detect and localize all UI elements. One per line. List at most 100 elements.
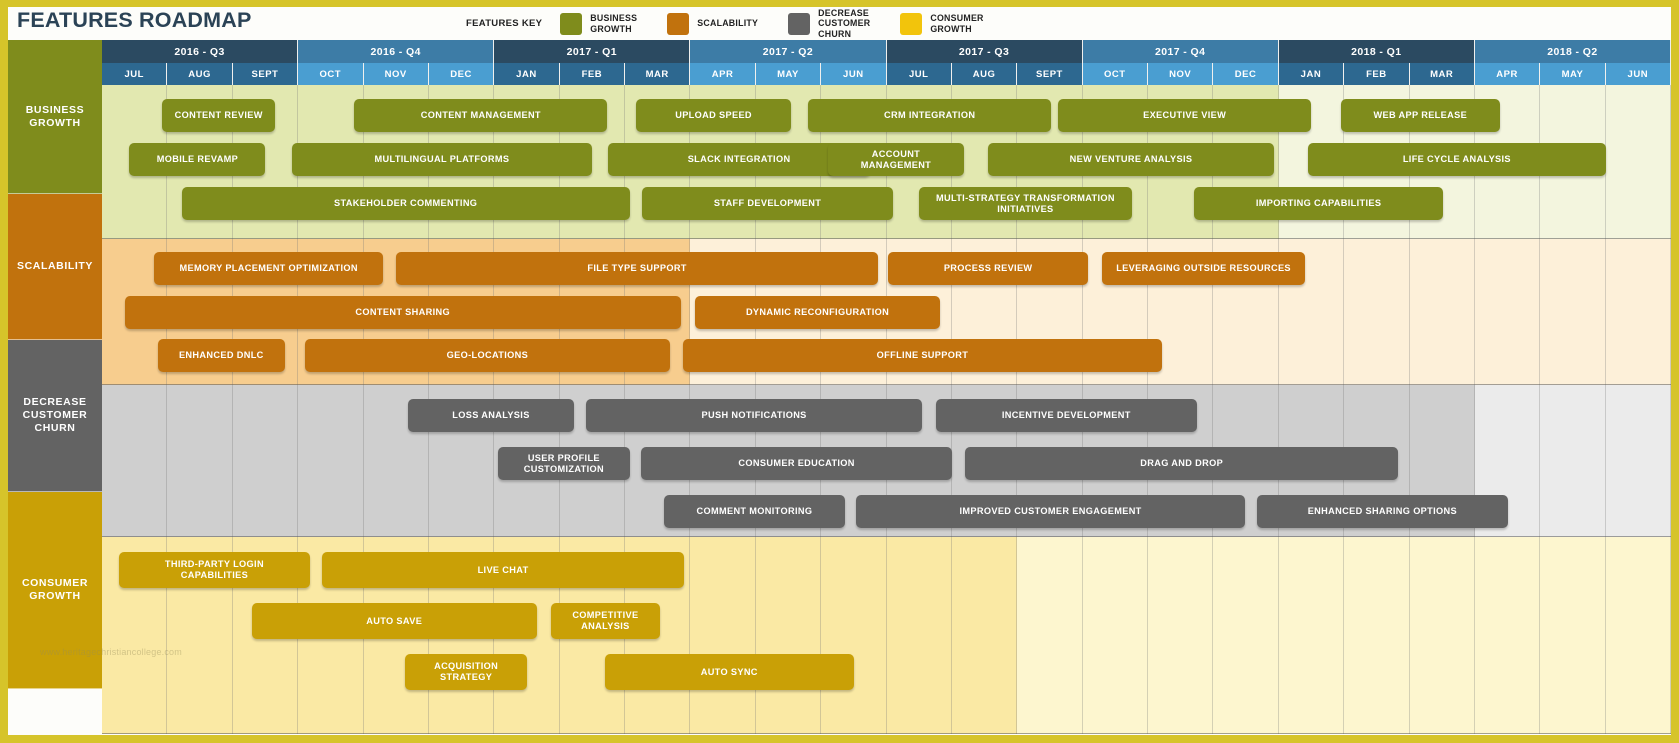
task-bar[interactable]: PROCESS REVIEW [888, 252, 1088, 285]
lane-label-consumer-growth[interactable]: CONSUMER GROWTH [8, 492, 102, 689]
task-bar[interactable]: CRM INTEGRATION [808, 99, 1052, 132]
gridline [952, 537, 1018, 734]
gridline [1017, 537, 1083, 734]
page-title: FEATURES ROADMAP [17, 8, 252, 32]
swimlane-consumer-growth: THIRD-PARTY LOGIN CAPABILITIES LIVE CHAT A… [102, 537, 1671, 734]
month-header-cell[interactable]: SEPT [232, 63, 299, 85]
task-bar[interactable]: PUSH NOTIFICATIONS [585, 399, 923, 432]
month-header-cell[interactable]: DEC [1213, 63, 1279, 85]
lane-label-scalability[interactable]: SCALABILITY [8, 194, 102, 340]
task-bar[interactable]: GEO-LOCATIONS [304, 339, 671, 372]
task-bar[interactable]: USER PROFILE CUSTOMIZATION [498, 447, 630, 480]
legend-swatch-icon [788, 12, 811, 35]
task-bar[interactable]: DRAG AND DROP [964, 447, 1399, 480]
swimlane-scalability: MEMORY PLACEMENT OPTIMIZATION FILE TYPE S… [102, 239, 1671, 385]
month-header-cell[interactable]: NOV [363, 63, 429, 85]
gridline [1606, 537, 1671, 734]
month-header-cell[interactable]: JAN [1278, 63, 1345, 85]
month-header-cell[interactable]: NOV [1148, 63, 1214, 85]
gridline [233, 385, 299, 537]
task-bar[interactable]: ACQUISITION STRATEGY [405, 654, 527, 690]
month-header-cell[interactable]: JUL [102, 63, 168, 85]
task-bar[interactable]: NEW VENTURE ANALYSIS [987, 143, 1275, 176]
task-bar[interactable]: UPLOAD SPEED [636, 99, 792, 132]
legend-label: SCALABILITY [697, 18, 759, 29]
task-bar[interactable]: INCENTIVE DEVELOPMENT [935, 399, 1198, 432]
task-bar[interactable]: MULTI-STRATEGY TRANSFORMATION INITIATIVE… [919, 187, 1132, 220]
task-bar[interactable]: LIFE CYCLE ANALYSIS [1308, 143, 1606, 176]
month-header-cell[interactable]: APR [1474, 63, 1541, 85]
task-bar[interactable]: LEVERAGING OUTSIDE RESOURCES [1102, 252, 1305, 285]
month-header-cell[interactable]: FEB [559, 63, 625, 85]
task-bar[interactable]: AUTO SYNC [604, 654, 854, 690]
task-bar[interactable]: OFFLINE SUPPORT [682, 339, 1163, 372]
month-header-cell[interactable]: AUG [167, 63, 233, 85]
lane-label-decrease-customer-churn[interactable]: DECREASE CUSTOMER CHURN [8, 340, 102, 492]
gridline [1606, 239, 1671, 385]
lane-label-business-growth[interactable]: BUSINESS GROWTH [8, 40, 102, 194]
month-header-cell[interactable]: FEB [1344, 63, 1410, 85]
task-bar[interactable]: STAFF DEVELOPMENT [641, 187, 894, 220]
month-header-cell[interactable]: MAY [755, 63, 822, 85]
task-bar[interactable]: ACCOUNT MANAGEMENT [828, 143, 964, 176]
legend-item-1: SCALABILITY [667, 12, 759, 35]
gridline [1344, 537, 1410, 734]
month-header-cell[interactable]: JUL [886, 63, 952, 85]
month-header-cell[interactable]: MAY [1540, 63, 1606, 85]
swimlane-business-growth: CONTENT REVIEW CONTENT MANAGEMENT UPLOAD S… [102, 85, 1671, 239]
task-bar[interactable]: MEMORY PLACEMENT OPTIMIZATION [154, 252, 384, 285]
month-header-cell[interactable]: AUG [951, 63, 1018, 85]
legend-item-0: BUSINESS GROWTH [560, 12, 637, 35]
month-header-cell[interactable]: JAN [494, 63, 560, 85]
gridline [1410, 537, 1475, 734]
month-header-cell[interactable]: JUN [1605, 63, 1671, 85]
gridline [1148, 537, 1214, 734]
roadmap-grid: 2016 - Q3 2016 - Q4 2017 - Q1 2017 - Q2 2017… [102, 40, 1671, 734]
lane-label-column: BUSINESS GROWTH SCALABILITY DECREASE CUSTO… [8, 40, 102, 701]
gridline [1475, 537, 1541, 734]
task-bar[interactable]: DYNAMIC RECONFIGURATION [694, 296, 941, 329]
month-header-cell[interactable]: SEPT [1017, 63, 1083, 85]
task-bar[interactable]: ENHANCED SHARING OPTIONS [1257, 495, 1508, 528]
task-bar[interactable]: MULTILINGUAL PLATFORMS [291, 143, 593, 176]
task-bar[interactable]: CONTENT SHARING [124, 296, 681, 329]
gridline [756, 537, 822, 734]
gridline [1410, 239, 1475, 385]
task-bar[interactable]: LIVE CHAT [322, 552, 684, 588]
lane-divider [102, 733, 1671, 734]
header-bar: FEATURES ROADMAP FEATURES KEY BUSINESS G… [8, 7, 1671, 40]
month-header-cell[interactable]: OCT [298, 63, 364, 85]
quarter-header-cell: 2016 - Q3 [102, 40, 299, 63]
gridline [1606, 85, 1671, 239]
legend-swatch-icon [667, 12, 690, 35]
month-header-cell[interactable]: JUN [821, 63, 887, 85]
task-bar[interactable]: ENHANCED DNLC [157, 339, 286, 372]
month-header-cell[interactable]: OCT [1082, 63, 1148, 85]
task-bar[interactable]: AUTO SAVE [251, 603, 537, 639]
gridline [1083, 537, 1148, 734]
gridline [1344, 239, 1410, 385]
task-bar[interactable]: CONTENT MANAGEMENT [354, 99, 608, 132]
task-bar[interactable]: THIRD-PARTY LOGIN CAPABILITIES [118, 552, 310, 588]
quarter-header-cell: 2017 - Q4 [1082, 40, 1279, 63]
month-header-cell[interactable]: MAR [625, 63, 691, 85]
task-bar[interactable]: FILE TYPE SUPPORT [396, 252, 878, 285]
month-header-cell[interactable]: MAR [1409, 63, 1475, 85]
task-bar[interactable]: MOBILE REVAMP [129, 143, 266, 176]
task-bar[interactable]: LOSS ANALYSIS [407, 399, 574, 432]
task-bar[interactable]: COMMENT MONITORING [664, 495, 845, 528]
task-bar[interactable]: IMPORTING CAPABILITIES [1193, 187, 1444, 220]
month-header-cell[interactable]: DEC [428, 63, 495, 85]
gridline [1475, 239, 1541, 385]
task-bar[interactable]: IMPROVED CUSTOMER ENGAGEMENT [856, 495, 1245, 528]
gridline [1540, 239, 1606, 385]
task-bar[interactable]: CONSUMER EDUCATION [641, 447, 952, 480]
gridline [1606, 385, 1671, 537]
task-bar[interactable]: WEB APP RELEASE [1340, 99, 1500, 132]
task-bar[interactable]: EXECUTIVE VIEW [1057, 99, 1312, 132]
task-bar[interactable]: COMPETITIVE ANALYSIS [551, 603, 660, 639]
task-bar[interactable]: CONTENT REVIEW [162, 99, 276, 132]
quarter-header-row: 2016 - Q3 2016 - Q4 2017 - Q1 2017 - Q2 2017… [102, 40, 1671, 63]
task-bar[interactable]: STAKEHOLDER COMMENTING [181, 187, 630, 220]
month-header-cell[interactable]: APR [690, 63, 756, 85]
